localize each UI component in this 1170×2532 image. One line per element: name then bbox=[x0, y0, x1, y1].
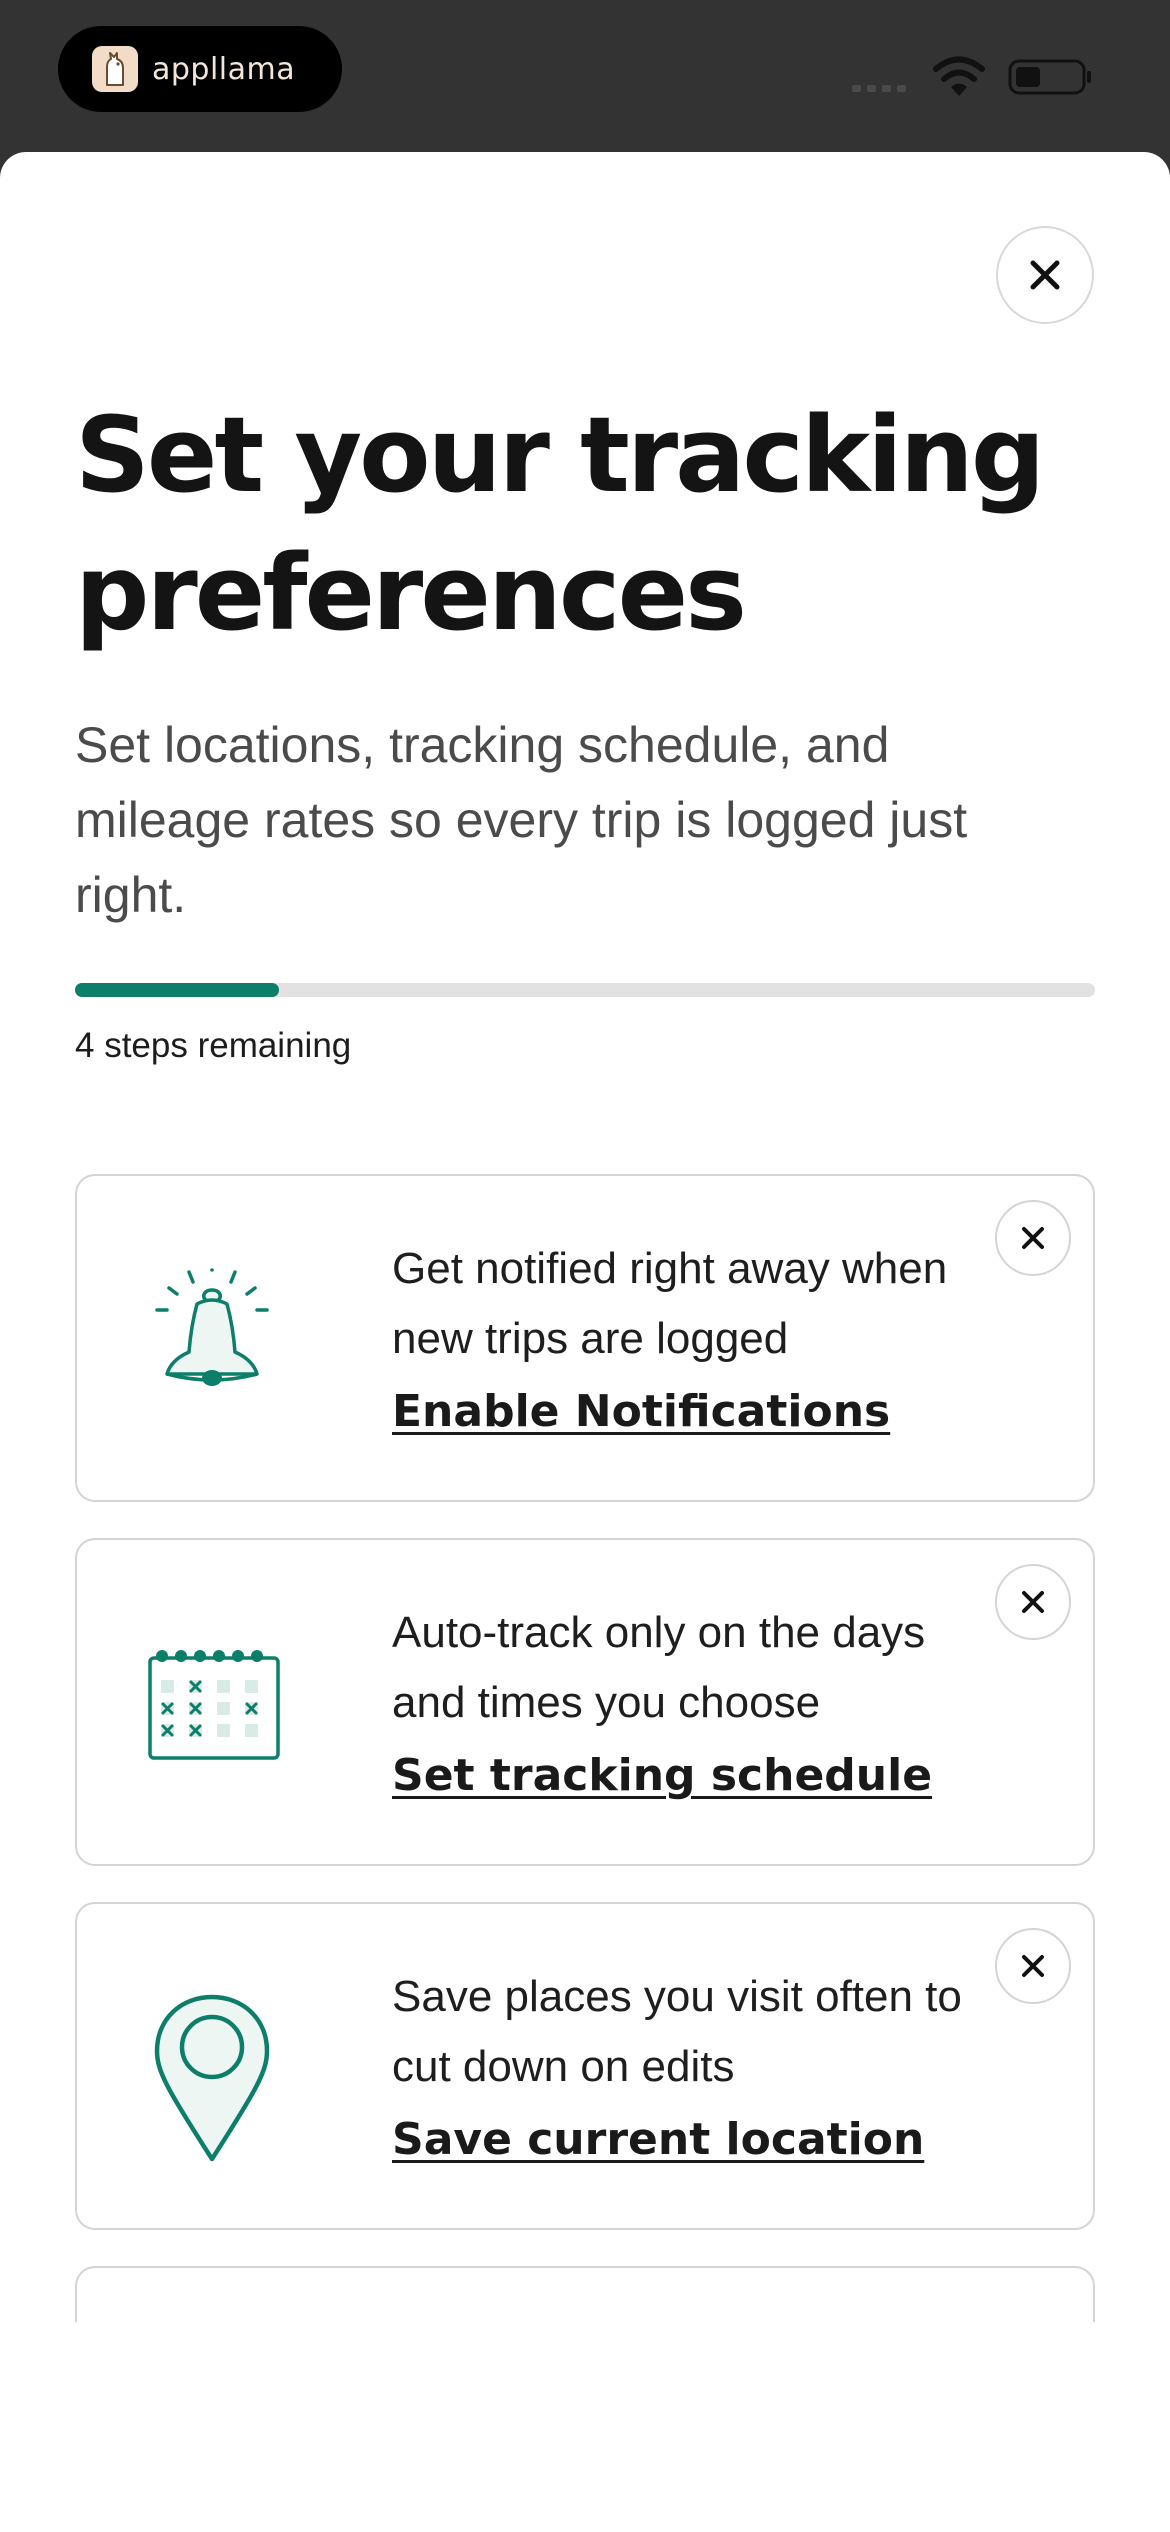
cellular-signal-icon bbox=[852, 85, 906, 92]
close-icon bbox=[1022, 1227, 1044, 1249]
page-title: Set your tracking preferences bbox=[75, 394, 1045, 654]
calendar-icon bbox=[148, 1650, 280, 1760]
bell-icon bbox=[155, 1268, 269, 1386]
enable-notifications-link[interactable]: Enable Notifications bbox=[392, 1386, 890, 1437]
progress-fill bbox=[75, 983, 279, 997]
page-subtitle: Set locations, tracking schedule, and mi… bbox=[75, 717, 968, 923]
close-icon bbox=[1022, 1591, 1044, 1613]
tracking-schedule-description: Auto-track only on the days and times yo… bbox=[392, 1608, 926, 1727]
save-current-location-link[interactable]: Save current location bbox=[392, 2114, 924, 2165]
close-icon bbox=[1022, 1955, 1044, 1977]
set-tracking-schedule-link[interactable]: Set tracking schedule bbox=[392, 1750, 932, 1801]
notifications-card: Get notified right away when new trips a… bbox=[75, 1174, 1095, 1502]
dismiss-location-button[interactable] bbox=[995, 1928, 1071, 2004]
battery-icon bbox=[1008, 59, 1091, 95]
dismiss-schedule-button[interactable] bbox=[995, 1564, 1071, 1640]
app-badge[interactable]: appllama bbox=[58, 26, 342, 112]
preferences-sheet: Set your tracking preferences Set locati… bbox=[0, 152, 1170, 2532]
close-icon bbox=[1030, 260, 1060, 290]
tracking-schedule-card: Auto-track only on the days and times yo… bbox=[75, 1538, 1095, 1866]
notifications-description: Get notified right away when new trips a… bbox=[392, 1244, 948, 1363]
dismiss-notifications-button[interactable] bbox=[995, 1200, 1071, 1276]
llama-logo-icon bbox=[92, 46, 138, 92]
close-button[interactable] bbox=[996, 226, 1094, 324]
status-bar: appllama bbox=[0, 0, 1170, 152]
progress-bar bbox=[75, 983, 1095, 997]
save-location-card: Save places you visit often to cut down … bbox=[75, 1902, 1095, 2230]
wifi-icon bbox=[933, 56, 985, 96]
location-pin-icon bbox=[154, 1994, 270, 2162]
save-location-description: Save places you visit often to cut down … bbox=[392, 1972, 962, 2091]
steps-remaining-label: 4 steps remaining bbox=[75, 1026, 352, 1065]
app-name: appllama bbox=[152, 51, 296, 87]
bottom-cutoff bbox=[0, 2322, 1170, 2532]
